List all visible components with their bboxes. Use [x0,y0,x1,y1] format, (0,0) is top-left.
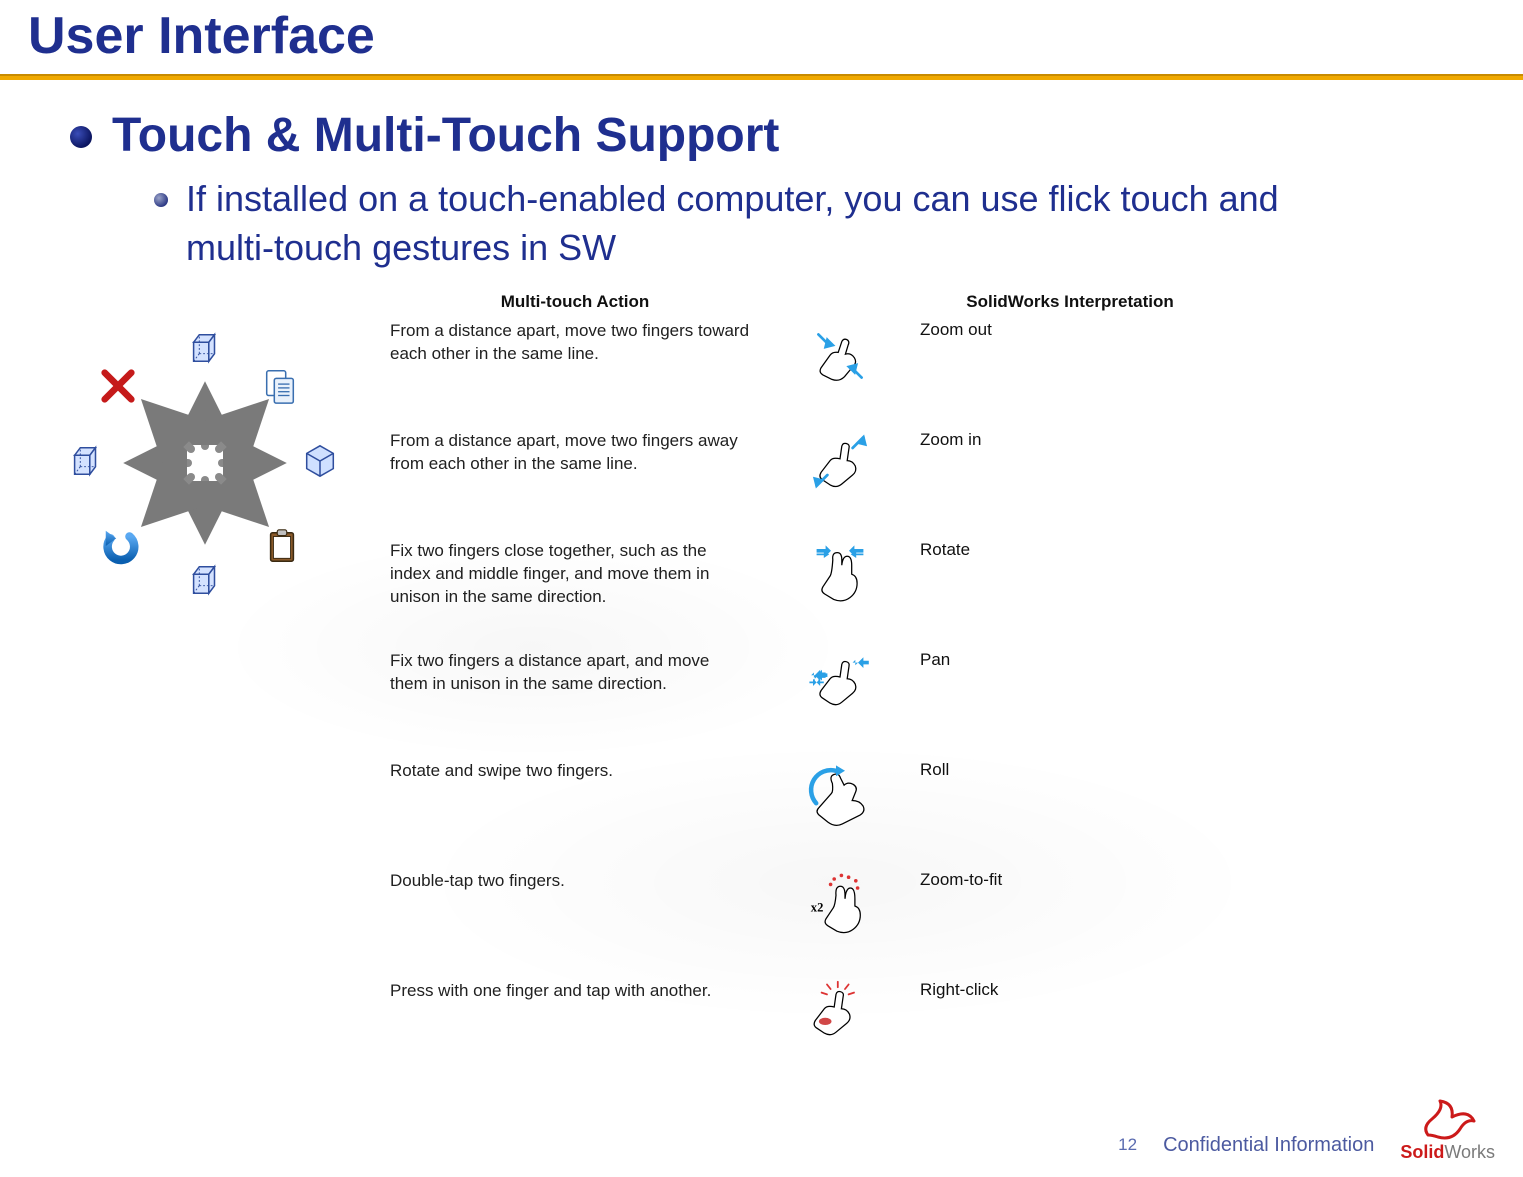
cube-iso-icon [300,441,340,481]
solidworks-logo: SolidWorks [1400,1097,1495,1161]
cube-hidden-icon [185,560,225,600]
table-row: From a distance apart, move two fingers … [390,320,1483,392]
action-text: Double-tap two fingers. [390,870,760,893]
table-row: Press with one finger and tap with anoth… [390,980,1483,1052]
two-finger-drag-apart-icon [760,650,920,722]
table-row: From a distance apart, move two fingers … [390,430,1483,502]
page-number: 12 [1118,1135,1137,1161]
page-title: User Interface [0,0,1523,74]
gesture-table-header: Multi-touch Action SolidWorks Interpreta… [390,292,1483,320]
clipboard-icon [262,526,302,566]
cancel-x-icon [98,366,138,406]
interpret-text: Roll [920,760,1220,780]
sub-bullet-text: If installed on a touch-enabled computer… [186,175,1336,272]
pinch-in-icon [760,320,920,392]
bullet-dot-large [70,126,92,148]
double-tap-badge: x2 [810,901,823,915]
copy-icon [260,366,300,406]
action-text: From a distance apart, move two fingers … [390,320,760,366]
action-text: Press with one finger and tap with anoth… [390,980,760,1003]
section-heading-row: Touch & Multi-Touch Support [70,108,1483,163]
two-finger-rotate-icon [760,760,920,832]
confidential-label: Confidential Information [1163,1134,1374,1161]
action-text: From a distance apart, move two fingers … [390,430,760,476]
slide-footer: 12 Confidential Information SolidWorks [0,1097,1523,1161]
brand-red: Solid [1400,1142,1444,1162]
interpret-text: Rotate [920,540,1220,560]
interpret-text: Right-click [920,980,1220,1000]
gesture-table: Multi-touch Action SolidWorks Interpreta… [390,292,1483,1062]
table-row: Double-tap two fingers. x2 Zoom-to-fit [390,870,1483,942]
action-text: Fix two fingers a distance apart, and mo… [390,650,760,696]
undo-icon [100,526,140,566]
flick-gesture-diagram [50,308,360,618]
sub-bullet-row: If installed on a touch-enabled computer… [154,175,1483,272]
interpret-text: Pan [920,650,1220,670]
cube-hidden-icon [185,328,225,368]
table-row: Fix two fingers a distance apart, and mo… [390,650,1483,722]
col-header-action: Multi-touch Action [390,292,760,312]
bullet-dot-small [154,193,168,207]
pinch-out-icon [760,430,920,502]
col-header-interpret: SolidWorks Interpretation [920,292,1220,312]
interpret-text: Zoom-to-fit [920,870,1220,890]
interpret-text: Zoom in [920,430,1220,450]
interpret-text: Zoom out [920,320,1220,340]
action-text: Rotate and swipe two fingers. [390,760,760,783]
action-text: Fix two fingers close together, such as … [390,540,760,609]
table-row: Rotate and swipe two fingers. Roll [390,760,1483,832]
table-row: Fix two fingers close together, such as … [390,540,1483,612]
section-heading: Touch & Multi-Touch Support [112,108,779,163]
brand-gray: Works [1444,1142,1495,1162]
two-finger-drag-close-icon [760,540,920,612]
two-finger-double-tap-icon: x2 [760,870,920,942]
press-and-tap-icon [760,980,920,1052]
title-rule [0,74,1523,80]
cube-hidden-icon [66,441,106,481]
